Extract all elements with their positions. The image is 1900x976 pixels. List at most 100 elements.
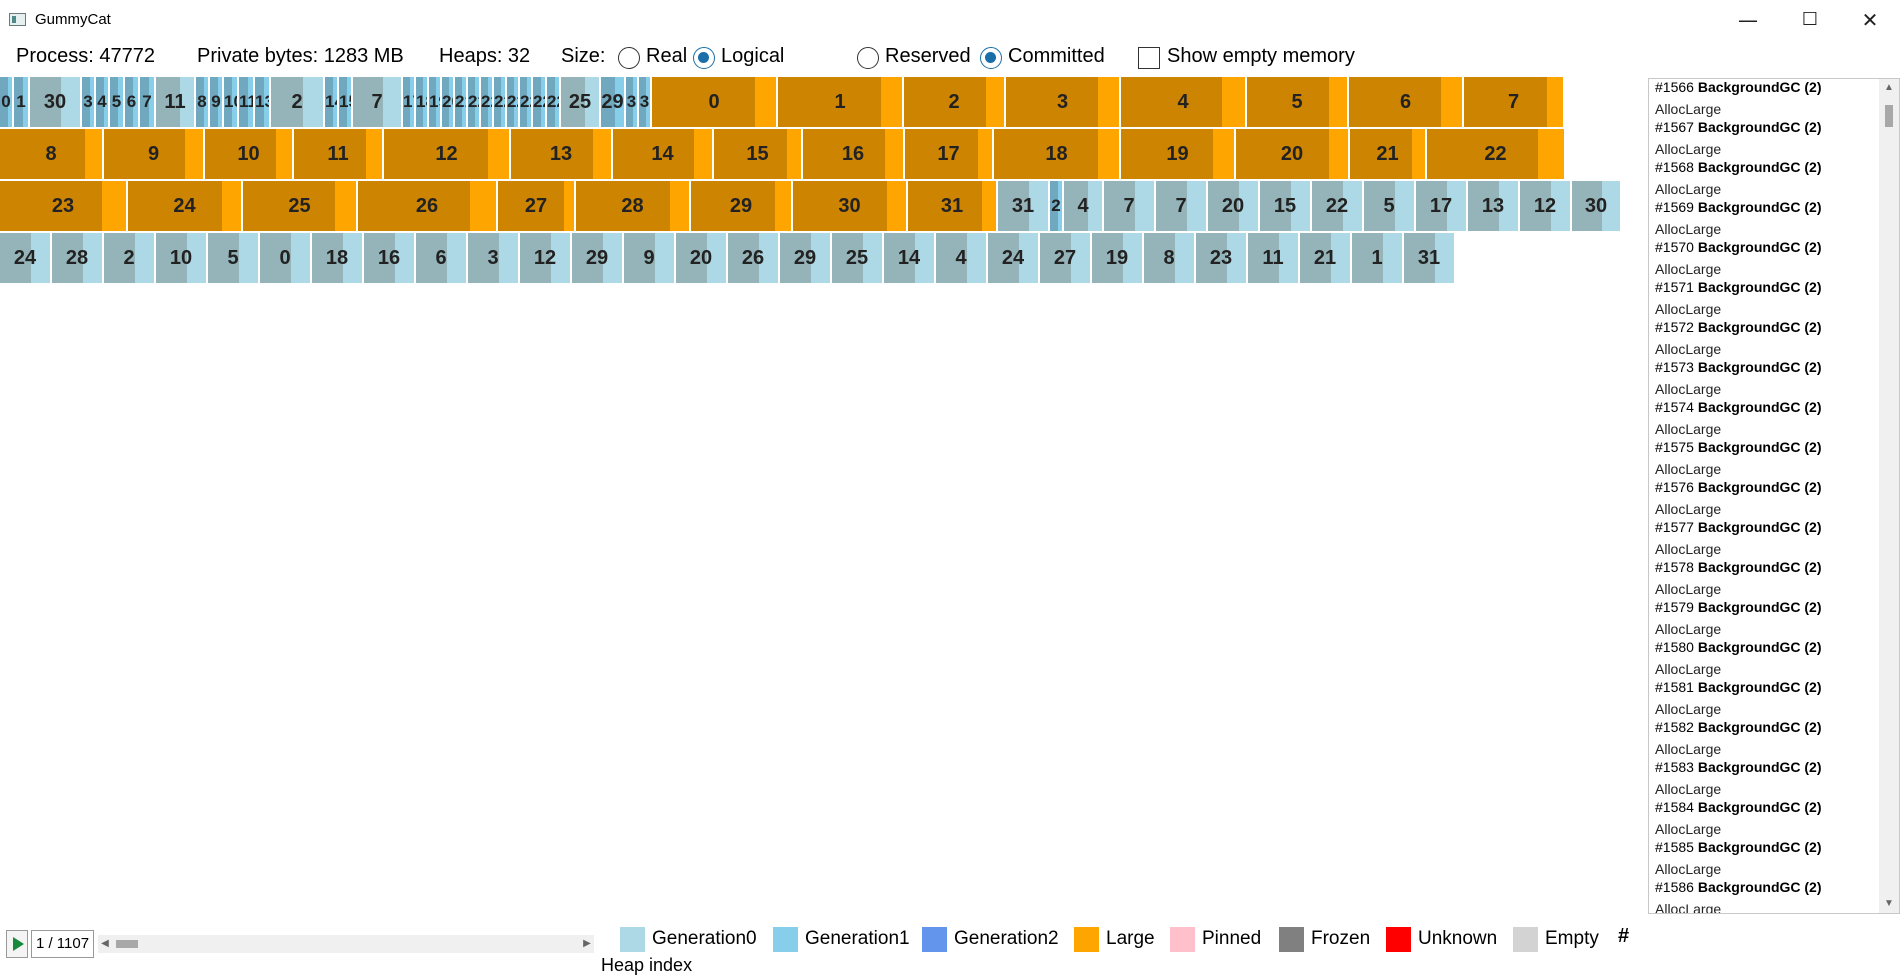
heap-block[interactable]: 13 <box>511 129 613 179</box>
heap-block[interactable]: 20 <box>1208 181 1260 231</box>
heap-block[interactable]: 23 <box>0 181 128 231</box>
heap-block[interactable]: 12 <box>384 129 511 179</box>
heap-block[interactable]: 6 <box>1349 77 1464 127</box>
heap-block[interactable]: 11 <box>156 77 196 127</box>
size-logical-label[interactable]: Logical <box>721 45 784 68</box>
heap-block[interactable]: 12 <box>520 233 572 283</box>
heap-block[interactable]: 31 <box>908 181 998 231</box>
list-item[interactable]: #1582 BackgroundGC (2) AllocLarge <box>1655 719 1875 759</box>
heap-block[interactable]: 22 <box>1312 181 1364 231</box>
heap-block[interactable]: 4 <box>96 77 110 127</box>
list-item[interactable]: #1573 BackgroundGC (2) AllocLarge <box>1655 359 1875 399</box>
list-item[interactable]: #1569 BackgroundGC (2) AllocLarge <box>1655 199 1875 239</box>
heap-block[interactable]: 9 <box>210 77 224 127</box>
heap-block[interactable]: 23 <box>1196 233 1248 283</box>
heap-block[interactable]: 14 <box>613 129 714 179</box>
list-item[interactable]: #1568 BackgroundGC (2) AllocLarge <box>1655 159 1875 199</box>
heap-block[interactable]: 7 <box>140 77 156 127</box>
list-item[interactable]: #1579 BackgroundGC (2) AllocLarge <box>1655 599 1875 639</box>
heap-block[interactable]: 7 <box>1156 181 1208 231</box>
heap-block[interactable]: 20 <box>676 233 728 283</box>
maximize-button[interactable]: ☐ <box>1790 6 1830 34</box>
scroll-thumb[interactable] <box>1885 105 1893 127</box>
heap-block[interactable]: 13 <box>255 77 271 127</box>
list-item[interactable]: #1584 BackgroundGC (2) AllocLarge <box>1655 799 1875 839</box>
heap-block[interactable]: 11 <box>294 129 384 179</box>
committed-label[interactable]: Committed <box>1008 45 1105 68</box>
play-button[interactable] <box>6 930 28 958</box>
heap-block[interactable]: 7 <box>1464 77 1565 127</box>
list-item[interactable]: #1577 BackgroundGC (2) AllocLarge <box>1655 519 1875 559</box>
scroll-up-icon[interactable]: ▲ <box>1879 79 1899 97</box>
heap-block[interactable]: 25 <box>243 181 358 231</box>
heap-block[interactable]: 30 <box>793 181 908 231</box>
heap-block[interactable]: 14 <box>325 77 339 127</box>
heap-block[interactable]: 24 <box>988 233 1040 283</box>
heap-block[interactable]: 27 <box>498 181 576 231</box>
heap-block[interactable]: 3 <box>468 233 520 283</box>
heap-block[interactable]: 25 <box>561 77 601 127</box>
heap-block[interactable]: 22 <box>520 77 533 127</box>
heap-block[interactable]: 21 <box>1300 233 1352 283</box>
heap-block[interactable]: 7 <box>353 77 403 127</box>
minimize-button[interactable]: — <box>1728 6 1768 34</box>
heap-block[interactable]: 17 <box>905 129 994 179</box>
heap-block[interactable]: 25 <box>832 233 884 283</box>
list-item[interactable]: #1572 BackgroundGC (2) AllocLarge <box>1655 319 1875 359</box>
heap-block[interactable]: 12 <box>1520 181 1572 231</box>
heap-block[interactable]: 4 <box>936 233 988 283</box>
heap-block[interactable]: 2 <box>904 77 1006 127</box>
scroll-right-icon[interactable]: ▶ <box>580 935 594 953</box>
heap-block[interactable]: 22 <box>547 77 561 127</box>
heap-block[interactable]: 4 <box>1064 181 1104 231</box>
event-list-panel[interactable]: #1566 BackgroundGC (2) AllocLarge #1567 Ba… <box>1648 78 1900 914</box>
heap-block[interactable]: 2 <box>1050 181 1064 231</box>
heap-block[interactable]: 28 <box>576 181 691 231</box>
heap-block[interactable]: 24 <box>0 233 52 283</box>
heap-block[interactable]: 21 <box>1350 129 1427 179</box>
size-real-radio[interactable] <box>618 47 640 69</box>
heap-block[interactable]: 13 <box>1468 181 1520 231</box>
list-item[interactable]: #1581 BackgroundGC (2) AllocLarge <box>1655 679 1875 719</box>
heap-block[interactable]: 17 <box>1416 181 1468 231</box>
heap-block[interactable]: 3 <box>1006 77 1121 127</box>
list-item[interactable]: #1575 BackgroundGC (2) AllocLarge <box>1655 439 1875 479</box>
list-item[interactable]: #1571 BackgroundGC (2) AllocLarge <box>1655 279 1875 319</box>
heap-block[interactable]: 3 <box>82 77 96 127</box>
heap-block[interactable]: 22 <box>533 77 547 127</box>
heap-block[interactable]: 18 <box>312 233 364 283</box>
heap-block[interactable]: 0 <box>260 233 312 283</box>
heap-block[interactable]: 18 <box>416 77 429 127</box>
reserved-label[interactable]: Reserved <box>885 45 971 68</box>
heap-block[interactable]: 30 <box>1572 181 1622 231</box>
list-item[interactable]: #1585 BackgroundGC (2) AllocLarge <box>1655 839 1875 879</box>
size-logical-radio[interactable] <box>693 47 715 69</box>
list-item[interactable]: #1566 BackgroundGC (2) AllocLarge <box>1655 79 1875 119</box>
heap-block[interactable]: 31 <box>998 181 1050 231</box>
heap-block[interactable]: 5 <box>1364 181 1416 231</box>
heap-block[interactable]: 15 <box>1260 181 1312 231</box>
heap-block[interactable]: 29 <box>572 233 624 283</box>
heap-block[interactable]: 6 <box>125 77 140 127</box>
heap-block[interactable]: 7 <box>1104 181 1156 231</box>
heap-block[interactable]: 2 <box>104 233 156 283</box>
scroll-left-icon[interactable]: ◀ <box>98 935 112 953</box>
heap-block[interactable]: 21 <box>455 77 468 127</box>
heap-block[interactable]: 0 <box>0 77 14 127</box>
heap-block[interactable]: 10 <box>205 129 294 179</box>
list-item[interactable]: #1576 BackgroundGC (2) AllocLarge <box>1655 479 1875 519</box>
heap-block[interactable]: 22 <box>507 77 520 127</box>
list-item[interactable]: #1570 BackgroundGC (2) AllocLarge <box>1655 239 1875 279</box>
list-item[interactable]: #1578 BackgroundGC (2) AllocLarge <box>1655 559 1875 599</box>
heap-block[interactable]: 18 <box>994 129 1121 179</box>
heap-block[interactable]: 3 <box>639 77 652 127</box>
size-real-label[interactable]: Real <box>646 45 687 68</box>
heap-block[interactable]: 9 <box>624 233 676 283</box>
heap-block[interactable]: 29 <box>780 233 832 283</box>
heap-block[interactable]: 28 <box>52 233 104 283</box>
heap-block[interactable]: 19 <box>1092 233 1144 283</box>
heap-block[interactable]: 15 <box>339 77 353 127</box>
heap-block[interactable]: 30 <box>30 77 82 127</box>
reserved-radio[interactable] <box>857 47 879 69</box>
heap-block[interactable]: 19 <box>1121 129 1236 179</box>
